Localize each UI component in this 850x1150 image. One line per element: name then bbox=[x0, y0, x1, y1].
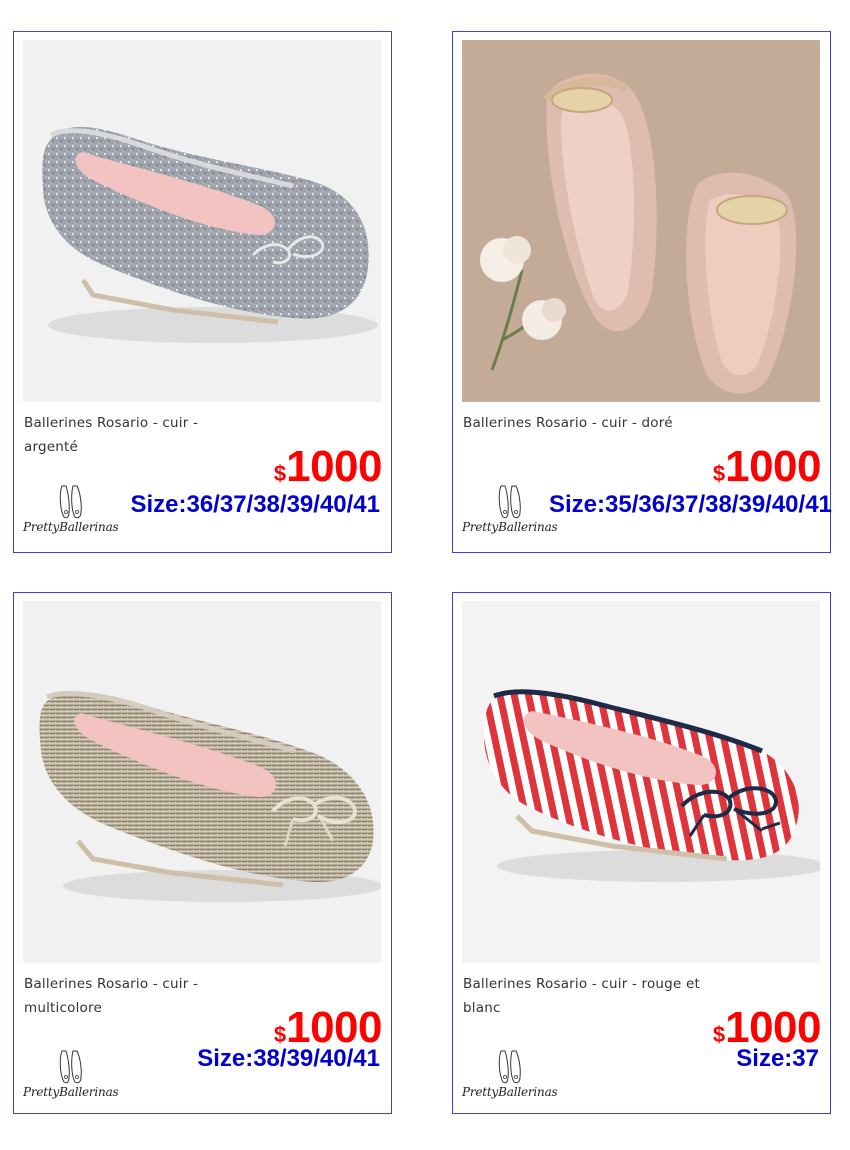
ballerina-shoes-icon bbox=[59, 485, 82, 519]
brand-name: PrettyBallerinas bbox=[462, 1085, 558, 1099]
currency-symbol: $ bbox=[712, 461, 726, 486]
silver-glitter-ballerina-image bbox=[23, 40, 381, 402]
size-list: Size:35/36/37/38/39/40/41 bbox=[549, 491, 832, 518]
red-white-stripe-ballerina-image bbox=[462, 601, 820, 963]
product-price: $1000 bbox=[273, 442, 383, 492]
ballerina-shoes-icon bbox=[59, 1050, 82, 1084]
brand-name: PrettyBallerinas bbox=[462, 520, 558, 534]
tweed-multicolour-ballerina-image bbox=[23, 601, 381, 963]
product-image[interactable] bbox=[23, 40, 381, 402]
brand-name: PrettyBallerinas bbox=[23, 520, 119, 534]
product-title: Ballerines Rosario - cuir - argenté bbox=[24, 415, 199, 455]
product-image[interactable] bbox=[462, 40, 820, 402]
price-amount: 1000 bbox=[286, 442, 382, 491]
product-price: $1000 bbox=[712, 442, 822, 492]
brand-logo: PrettyBallerinas bbox=[23, 484, 119, 534]
price-amount: 1000 bbox=[725, 442, 821, 491]
product-image[interactable] bbox=[462, 601, 820, 963]
brand-logo: PrettyBallerinas bbox=[462, 484, 558, 534]
product-card[interactable]: Ballerines Rosario - cuir - argenté $100… bbox=[13, 31, 392, 553]
product-title: Ballerines Rosario - cuir - rouge et bla… bbox=[463, 976, 700, 1016]
product-card[interactable]: Ballerines Rosario - cuir - multicolore … bbox=[13, 592, 392, 1114]
product-title: Ballerines Rosario - cuir - multicolore bbox=[24, 976, 199, 1016]
brand-logo: PrettyBallerinas bbox=[23, 1049, 119, 1099]
product-card[interactable]: Ballerines Rosario - cuir - doré $1000 S… bbox=[452, 31, 832, 553]
ballerina-shoes-icon bbox=[498, 485, 521, 519]
size-list: Size:38/39/40/41 bbox=[197, 1045, 380, 1072]
brand-name: PrettyBallerinas bbox=[23, 1085, 119, 1099]
size-list: Size:37 bbox=[736, 1045, 819, 1072]
brand-logo: PrettyBallerinas bbox=[462, 1049, 558, 1099]
product-image[interactable] bbox=[23, 601, 381, 963]
size-list: Size:36/37/38/39/40/41 bbox=[130, 491, 380, 518]
product-card[interactable]: Ballerines Rosario - cuir - rouge et bla… bbox=[452, 592, 831, 1114]
currency-symbol: $ bbox=[273, 461, 287, 486]
product-title: Ballerines Rosario - cuir - doré bbox=[463, 415, 673, 431]
ballerina-shoes-icon bbox=[498, 1050, 521, 1084]
gold-rope-bow-ballerinas-image bbox=[462, 40, 820, 402]
